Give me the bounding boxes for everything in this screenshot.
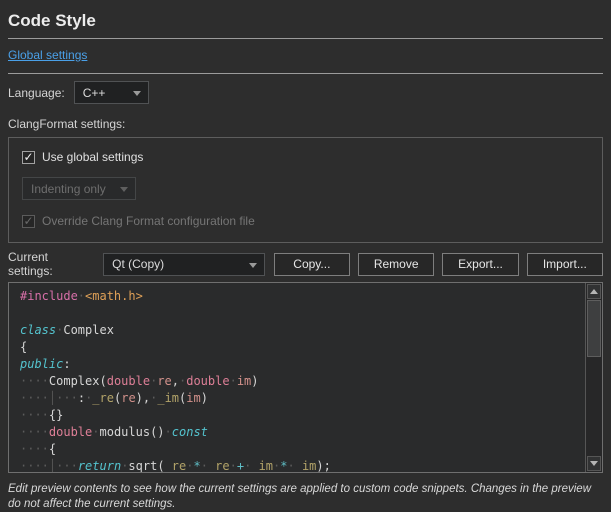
separator: [8, 73, 603, 74]
scroll-down-button[interactable]: [587, 456, 601, 471]
checkbox-checked-icon: ✓: [22, 151, 35, 164]
current-settings-dropdown[interactable]: Qt (Copy): [103, 253, 265, 276]
current-settings-value: Qt (Copy): [112, 257, 164, 271]
scroll-up-button[interactable]: [587, 284, 601, 299]
code-line: ····double·modulus()·const: [20, 424, 585, 441]
use-global-settings-checkbox[interactable]: ✓ Use global settings: [22, 150, 589, 164]
page-title: Code Style: [8, 10, 603, 31]
code-line: [20, 305, 585, 322]
editor-scrollbar[interactable]: [585, 283, 602, 472]
remove-button[interactable]: Remove: [358, 253, 434, 276]
code-line: ····│···return·sqrt(_re·*·_re·+·_im·*·_i…: [20, 458, 585, 473]
chevron-down-icon: [133, 91, 141, 96]
code-line: {: [20, 339, 585, 356]
code-preview-editor: #include·<math.h> class·Complex{public:·…: [8, 282, 603, 473]
separator: [8, 38, 603, 39]
code-line: class·Complex: [20, 322, 585, 339]
chevron-down-icon: [249, 263, 257, 268]
code-line: public:: [20, 356, 585, 373]
code-line: ····│···:·_re(re),·_im(im): [20, 390, 585, 407]
code-line: #include·<math.h>: [20, 288, 585, 305]
global-settings-link[interactable]: Global settings: [8, 48, 87, 62]
current-settings-row: Current settings: Qt (Copy) Copy... Remo…: [8, 252, 603, 276]
language-row: Language: C++: [8, 81, 603, 104]
code-line: ····{}: [20, 407, 585, 424]
copy-button[interactable]: Copy...: [274, 253, 350, 276]
language-dropdown[interactable]: C++: [74, 81, 149, 104]
chevron-down-icon: [120, 187, 128, 192]
current-settings-label: Current settings:: [8, 250, 95, 278]
clangformat-settings-label: ClangFormat settings:: [8, 117, 603, 131]
use-global-settings-label: Use global settings: [42, 150, 143, 164]
override-clang-format-label: Override Clang Format configuration file: [42, 214, 255, 228]
language-label: Language:: [8, 86, 65, 100]
clangformat-mode-dropdown: Indenting only: [22, 177, 136, 200]
preview-hint-text: Edit preview contents to see how the cur…: [8, 482, 605, 512]
code-line: ····{: [20, 441, 585, 458]
code-line: ····Complex(double·re,·double·im): [20, 373, 585, 390]
import-button[interactable]: Import...: [527, 253, 603, 276]
clangformat-mode-value: Indenting only: [31, 182, 106, 196]
override-clang-format-checkbox: ✓ Override Clang Format configuration fi…: [22, 214, 589, 228]
scrollbar-thumb[interactable]: [587, 300, 601, 357]
export-button[interactable]: Export...: [442, 253, 518, 276]
code-area[interactable]: #include·<math.h> class·Complex{public:·…: [9, 283, 585, 472]
code-style-settings-page: Code Style Global settings Language: C++…: [0, 0, 611, 512]
language-dropdown-value: C++: [83, 86, 106, 100]
checkbox-checked-icon: ✓: [22, 215, 35, 228]
clangformat-groupbox: ✓ Use global settings Indenting only ✓ O…: [8, 137, 603, 243]
arrow-down-icon: [590, 461, 598, 466]
arrow-up-icon: [590, 289, 598, 294]
